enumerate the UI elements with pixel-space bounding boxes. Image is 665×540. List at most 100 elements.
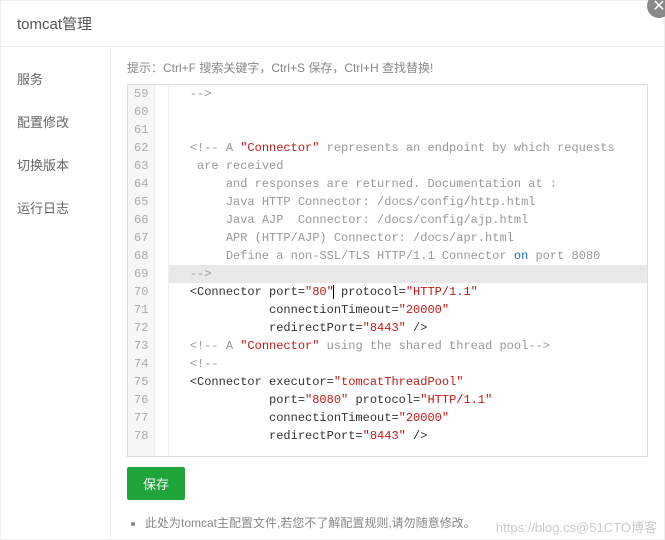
sidebar: 服务 配置修改 切换版本 运行日志 bbox=[1, 47, 111, 539]
code-token: protocol= bbox=[348, 393, 420, 407]
sidebar-item-label: 运行日志 bbox=[17, 201, 69, 216]
code-line[interactable]: <!-- bbox=[169, 355, 647, 373]
code-token: --> bbox=[175, 87, 211, 101]
code-line[interactable]: redirectPort="8443" /> bbox=[169, 427, 647, 445]
modal-header: tomcat管理 bbox=[1, 1, 664, 47]
code-line[interactable]: redirectPort="8443" /> bbox=[169, 319, 647, 337]
code-line[interactable]: are received bbox=[169, 157, 647, 175]
code-token: "8080" bbox=[305, 393, 348, 407]
code-editor[interactable]: 5960616263646566676869707172737475767778… bbox=[127, 84, 648, 457]
code-token: "20000" bbox=[399, 303, 449, 317]
code-token: are received bbox=[175, 159, 283, 173]
code-line[interactable]: connectionTimeout="20000" bbox=[169, 301, 647, 319]
line-number: 75 bbox=[134, 373, 148, 391]
code-line[interactable]: <Connector executor="tomcatThreadPool" bbox=[169, 373, 647, 391]
code-token: on bbox=[514, 249, 528, 263]
line-number-gutter: 5960616263646566676869707172737475767778 bbox=[128, 85, 155, 456]
code-line[interactable]: Java AJP Connector: /docs/config/ajp.htm… bbox=[169, 211, 647, 229]
code-line[interactable]: connectionTimeout="20000" bbox=[169, 409, 647, 427]
sidebar-item-logs[interactable]: 运行日志 bbox=[1, 186, 110, 229]
modal-body: 服务 配置修改 切换版本 运行日志 提示：Ctrl+F 搜索关键字，Ctrl+S… bbox=[1, 47, 664, 539]
code-token: APR (HTTP/AJP) Connector: /docs/apr.html bbox=[175, 231, 513, 245]
line-number: 66 bbox=[134, 211, 148, 229]
line-number: 78 bbox=[134, 427, 148, 445]
code-token: "Connector" bbox=[240, 339, 319, 353]
code-token: represents an endpoint by which requests bbox=[319, 141, 614, 155]
sidebar-item-service[interactable]: 服务 bbox=[1, 57, 110, 100]
code-token: redirectPort= bbox=[175, 429, 362, 443]
sidebar-item-label: 切换版本 bbox=[17, 158, 69, 173]
line-number: 71 bbox=[134, 301, 148, 319]
line-number: 60 bbox=[134, 103, 148, 121]
code-line[interactable] bbox=[169, 121, 647, 139]
editor-inner: 5960616263646566676869707172737475767778… bbox=[128, 85, 647, 456]
note-list: 此处为tomcat主配置文件,若您不了解配置规则,请勿随意修改。 bbox=[145, 514, 648, 531]
line-number: 67 bbox=[134, 229, 148, 247]
code-line[interactable]: --> bbox=[169, 265, 647, 283]
line-number: 61 bbox=[134, 121, 148, 139]
sidebar-item-label: 配置修改 bbox=[17, 115, 69, 130]
code-token: "HTTP/1.1" bbox=[406, 285, 478, 299]
code-line[interactable] bbox=[169, 103, 647, 121]
code-token: "HTTP/1.1" bbox=[420, 393, 492, 407]
line-number: 68 bbox=[134, 247, 148, 265]
line-number: 62 bbox=[134, 139, 148, 157]
config-warning-note: 此处为tomcat主配置文件,若您不了解配置规则,请勿随意修改。 bbox=[145, 514, 648, 531]
code-line[interactable]: port="8080" protocol="HTTP/1.1" bbox=[169, 391, 647, 409]
modal-title: tomcat管理 bbox=[17, 13, 92, 34]
code-token: /> bbox=[406, 429, 428, 443]
line-number: 72 bbox=[134, 319, 148, 337]
code-token: "80" bbox=[305, 285, 334, 299]
code-token: "20000" bbox=[399, 411, 449, 425]
code-token: port= bbox=[175, 393, 305, 407]
code-token: connectionTimeout= bbox=[175, 303, 398, 317]
code-line[interactable]: --> bbox=[169, 85, 647, 103]
line-number: 64 bbox=[134, 175, 148, 193]
code-token: Java AJP Connector: /docs/config/ajp.htm… bbox=[175, 213, 528, 227]
code-line[interactable]: Java HTTP Connector: /docs/config/http.h… bbox=[169, 193, 647, 211]
code-token: /> bbox=[406, 321, 428, 335]
code-token: <Connector port= bbox=[175, 285, 305, 299]
code-line[interactable]: <!-- A "Connector" represents an endpoin… bbox=[169, 139, 647, 157]
line-number: 65 bbox=[134, 193, 148, 211]
code-token: using the shared thread pool--> bbox=[319, 339, 549, 353]
shortcuts-tip: 提示：Ctrl+F 搜索关键字，Ctrl+S 保存，Ctrl+H 查找替换! bbox=[127, 59, 648, 76]
code-token: <!-- bbox=[175, 357, 218, 371]
code-token: "8443" bbox=[363, 429, 406, 443]
line-number: 77 bbox=[134, 409, 148, 427]
line-number: 59 bbox=[134, 85, 148, 103]
code-token: <!-- A bbox=[175, 141, 240, 155]
save-button[interactable]: 保存 bbox=[127, 467, 185, 500]
code-line[interactable]: APR (HTTP/AJP) Connector: /docs/apr.html bbox=[169, 229, 647, 247]
code-token: "Connector" bbox=[240, 141, 319, 155]
code-token: "tomcatThreadPool" bbox=[334, 375, 464, 389]
code-token: redirectPort= bbox=[175, 321, 362, 335]
sidebar-item-label: 服务 bbox=[17, 72, 43, 87]
line-number: 73 bbox=[134, 337, 148, 355]
code-token: "8443" bbox=[363, 321, 406, 335]
sidebar-item-version[interactable]: 切换版本 bbox=[1, 143, 110, 186]
code-line[interactable]: and responses are returned. Documentatio… bbox=[169, 175, 647, 193]
code-token: Java HTTP Connector: /docs/config/http.h… bbox=[175, 195, 535, 209]
code-area[interactable]: --> <!-- A "Connector" represents an end… bbox=[169, 85, 647, 456]
code-line[interactable]: <!-- A "Connector" using the shared thre… bbox=[169, 337, 647, 355]
sidebar-item-config[interactable]: 配置修改 bbox=[1, 100, 110, 143]
line-number: 69 bbox=[134, 265, 148, 283]
code-token: and responses are returned. Documentatio… bbox=[175, 177, 557, 191]
code-line[interactable]: <Connector port="80" protocol="HTTP/1.1" bbox=[169, 283, 647, 301]
line-number: 74 bbox=[134, 355, 148, 373]
code-token: connectionTimeout= bbox=[175, 411, 398, 425]
line-number: 76 bbox=[134, 391, 148, 409]
code-line[interactable]: Define a non-SSL/TLS HTTP/1.1 Connector … bbox=[169, 247, 647, 265]
code-token: --> bbox=[175, 267, 211, 281]
code-token: <Connector executor= bbox=[175, 375, 333, 389]
code-token: <!-- A bbox=[175, 339, 240, 353]
main-panel: 提示：Ctrl+F 搜索关键字，Ctrl+S 保存，Ctrl+H 查找替换! 5… bbox=[111, 47, 664, 539]
code-token: Define a non-SSL/TLS HTTP/1.1 Connector bbox=[175, 249, 513, 263]
modal: ✕ tomcat管理 服务 配置修改 切换版本 运行日志 提示：Ctrl+F 搜… bbox=[0, 0, 665, 540]
line-number: 63 bbox=[134, 157, 148, 175]
fold-bar bbox=[155, 85, 169, 456]
code-token: protocol= bbox=[334, 285, 406, 299]
code-token: port 8080 bbox=[528, 249, 600, 263]
line-number: 70 bbox=[134, 283, 148, 301]
